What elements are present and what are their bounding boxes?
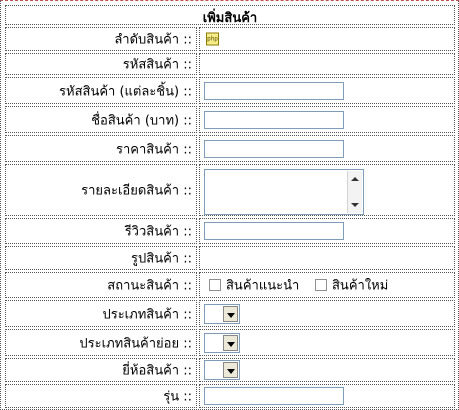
- chevron-down-icon[interactable]: [227, 312, 235, 318]
- row-product-code: รหัสสินค้า ::: [5, 53, 455, 75]
- product-name-label: ชื่อสินค้า (บาท): [91, 113, 180, 128]
- model-input[interactable]: [204, 387, 344, 405]
- row-subcategory: ประเภทสินค้าย่อย ::: [5, 329, 455, 356]
- row-price: ราคาสินค้า ::: [5, 135, 455, 162]
- scroll-down-icon[interactable]: [351, 203, 359, 207]
- row-status: สถานะสินค้า :: สินค้าแนะนำ สินค้าใหม่: [5, 272, 455, 298]
- image-label: รูปสินค้า: [131, 251, 180, 267]
- model-label: รุ่น: [163, 389, 180, 405]
- status-label: สถานะสินค้า: [107, 278, 180, 294]
- row-details: รายละเอียดสินค้า ::: [5, 164, 455, 216]
- add-product-form: เพิ่มสินค้า ลำดับสินค้า :: php รหัสสินค้…: [0, 0, 459, 410]
- details-textarea[interactable]: [204, 169, 364, 215]
- new-product-checkbox-label[interactable]: สินค้าใหม่: [332, 275, 388, 296]
- subcategory-label: ประเภทสินค้าย่อย: [79, 336, 180, 351]
- category-label: ประเภทสินค้า: [102, 307, 180, 322]
- row-review: รีวิวสินค้า ::: [5, 218, 455, 244]
- form-title: เพิ่มสินค้า: [202, 11, 258, 26]
- details-label: รายละเอียดสินค้า: [81, 183, 180, 199]
- row-product-name: ชื่อสินค้า (บาท) ::: [5, 106, 455, 133]
- row-order-no: ลำดับสินค้า :: php: [5, 27, 455, 51]
- php-icon: php: [206, 32, 219, 46]
- textarea-scrollbar[interactable]: [347, 171, 362, 213]
- chevron-down-icon[interactable]: [227, 341, 235, 347]
- product-code-each-label: รหัสสินค้า (แต่ละชิ้น): [59, 84, 180, 99]
- row-category: ประเภทสินค้า ::: [5, 300, 455, 327]
- product-name-input[interactable]: [204, 110, 344, 129]
- product-code-label: รหัสสินค้า: [122, 57, 180, 73]
- subcategory-select[interactable]: [204, 332, 240, 353]
- recommended-checkbox[interactable]: [209, 279, 221, 291]
- row-image: รูปสินค้า ::: [5, 246, 455, 270]
- review-label: รีวิวสินค้า: [124, 224, 180, 240]
- row-product-code-each: รหัสสินค้า (แต่ละชิ้น) ::: [5, 77, 455, 104]
- brand-label: ยี่ห้อสินค้า: [122, 363, 180, 379]
- price-label: ราคาสินค้า: [115, 142, 180, 157]
- new-product-checkbox[interactable]: [315, 279, 327, 291]
- review-input[interactable]: [204, 222, 344, 240]
- row-model: รุ่น ::: [5, 384, 455, 408]
- chevron-down-icon[interactable]: [227, 369, 235, 374]
- product-code-each-input[interactable]: [204, 81, 344, 100]
- row-brand: ยี่ห้อสินค้า ::: [5, 358, 455, 382]
- price-input[interactable]: [204, 139, 344, 158]
- order-no-label: ลำดับสินค้า: [114, 32, 180, 48]
- form-title-row: เพิ่มสินค้า: [5, 5, 455, 26]
- brand-select[interactable]: [204, 360, 240, 380]
- recommended-checkbox-label[interactable]: สินค้าแนะนำ: [226, 275, 299, 296]
- category-select[interactable]: [204, 303, 240, 324]
- scroll-up-icon[interactable]: [351, 177, 359, 181]
